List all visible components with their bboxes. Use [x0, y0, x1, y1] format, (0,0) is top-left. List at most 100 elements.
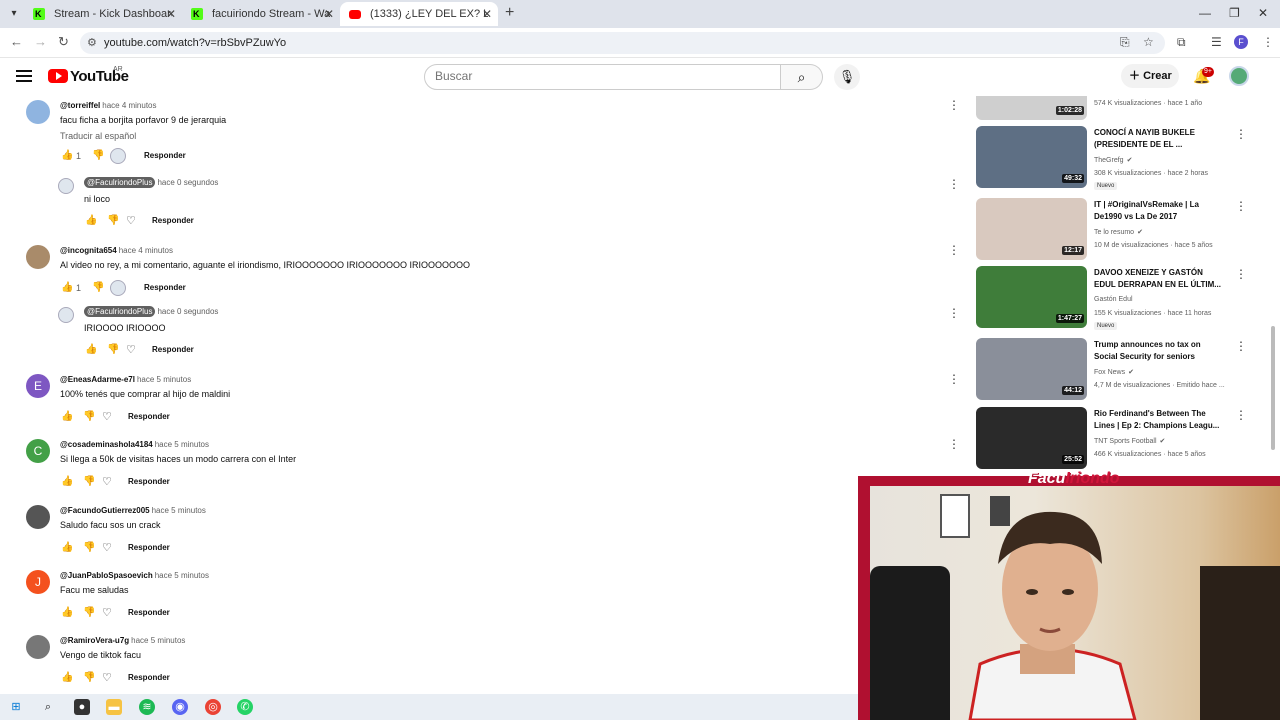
avatar[interactable]	[26, 635, 50, 659]
comment-time[interactable]: hace 5 minutos	[137, 375, 191, 384]
avatar[interactable]	[26, 100, 50, 124]
url-text[interactable]: youtube.com/watch?v=rbSbvPZuwYo	[104, 37, 286, 49]
video-title[interactable]: DAVOO XENEIZE Y GASTÓN EDUL DERRAPAN EN …	[1094, 267, 1226, 291]
comment-author[interactable]: @torreiffel hace 4 minutos	[60, 101, 157, 110]
channel-name-text[interactable]: Te lo resumo	[1094, 229, 1134, 236]
like-icon[interactable]: 👍	[61, 412, 73, 422]
taskbar-app-obs-icon[interactable]: ●	[74, 699, 90, 715]
channel-name-text[interactable]: Gastón Edul	[1094, 296, 1133, 303]
heart-icon[interactable]: ♡	[102, 671, 112, 684]
reply-button[interactable]: Responder	[152, 345, 194, 354]
comment-author[interactable]: @RamiroVera-u7g hace 5 minutos	[60, 636, 185, 645]
scrollbar[interactable]	[1271, 326, 1275, 450]
author-handle[interactable]: @EneasAdarme-e7l	[60, 375, 135, 384]
comment-time[interactable]: hace 0 segundos	[157, 307, 218, 316]
taskbar-discord-icon[interactable]: ◉	[172, 699, 188, 715]
like-icon[interactable]: 👍	[85, 345, 97, 355]
comment-author[interactable]: @cosademinashola4184 hace 5 minutos	[60, 440, 209, 449]
video-menu-icon[interactable]: ⋮	[1235, 127, 1247, 141]
comment-time[interactable]: hace 4 minutos	[119, 246, 173, 255]
comment-menu-icon[interactable]: ⋮	[948, 437, 960, 451]
avatar[interactable]: E	[26, 374, 50, 398]
author-handle[interactable]: @torreiffel	[60, 101, 100, 110]
voice-search-button[interactable]: 🎙	[834, 64, 860, 90]
like-icon[interactable]: 👍	[61, 608, 73, 618]
video-menu-icon[interactable]: ⋮	[1235, 267, 1247, 281]
comment-author[interactable]: @FacundoGutierrez005 hace 5 minutos	[60, 506, 206, 515]
reply-button[interactable]: Responder	[152, 216, 194, 225]
reply-button[interactable]: Responder	[128, 673, 170, 682]
dislike-icon[interactable]: 👎	[92, 151, 104, 161]
heart-icon[interactable]: ♡	[126, 214, 136, 227]
start-windows-icon[interactable]: ⊞	[8, 699, 24, 715]
tab-kick-dashboard[interactable]: Stream - Kick Dashboard ✕	[24, 2, 182, 26]
comment-menu-icon[interactable]: ⋮	[948, 306, 960, 320]
comment-menu-icon[interactable]: ⋮	[948, 372, 960, 386]
video-title[interactable]: CONOCÍ A NAYIB BUKELE (PRESIDENTE DE EL …	[1094, 127, 1226, 151]
reading-list-icon[interactable]: ☰	[1211, 35, 1222, 49]
browser-profile-avatar[interactable]: F	[1234, 35, 1248, 49]
channel-name[interactable]: Fox News ✔	[1094, 368, 1134, 376]
video-title[interactable]: IT | #OriginalVsRemake | La De1990 vs La…	[1094, 199, 1226, 223]
install-app-icon[interactable]: ⎘	[1120, 35, 1130, 50]
comment-author[interactable]: @JuanPabloSpasoevich hace 5 minutos	[60, 571, 209, 580]
account-avatar[interactable]	[1229, 66, 1249, 86]
like-icon[interactable]: 👍	[85, 216, 97, 226]
reply-button[interactable]: Responder	[144, 283, 186, 292]
reply-button[interactable]: Responder	[144, 151, 186, 160]
site-info-icon[interactable]: ⚙	[87, 36, 97, 49]
taskbar-search-icon[interactable]: ⌕	[40, 699, 56, 715]
video-title[interactable]: Trump announces no tax on Social Securit…	[1094, 339, 1226, 363]
search-box[interactable]	[424, 64, 781, 90]
author-handle[interactable]: @incognita654	[60, 246, 117, 255]
video-menu-icon[interactable]: ⋮	[1235, 408, 1247, 422]
avatar[interactable]	[26, 505, 50, 529]
like-icon[interactable]: 👍	[61, 151, 73, 161]
reply-button[interactable]: Responder	[128, 477, 170, 486]
video-title[interactable]: Rio Ferdinand's Between The Lines | Ep 2…	[1094, 408, 1226, 432]
comment-time[interactable]: hace 5 minutos	[155, 571, 209, 580]
translate-link[interactable]: Traducir al español	[60, 131, 136, 141]
heart-icon[interactable]: ♡	[102, 475, 112, 488]
comment-time[interactable]: hace 4 minutos	[102, 101, 156, 110]
reply-button[interactable]: Responder	[128, 608, 170, 617]
video-menu-icon[interactable]: ⋮	[1235, 199, 1247, 213]
dislike-icon[interactable]: 👎	[107, 345, 119, 355]
dislike-icon[interactable]: 👎	[92, 283, 104, 293]
video-menu-icon[interactable]: ⋮	[1235, 339, 1247, 353]
reply-button[interactable]: Responder	[128, 412, 170, 421]
comment-time[interactable]: hace 5 minutos	[155, 440, 209, 449]
search-input[interactable]	[435, 69, 765, 83]
avatar[interactable]: C	[26, 439, 50, 463]
new-tab-icon[interactable]: +	[505, 4, 514, 22]
browser-menu-icon[interactable]: ⋮	[1262, 35, 1274, 49]
comment-time[interactable]: hace 0 segundos	[157, 178, 218, 187]
forward-icon[interactable]: →	[34, 34, 47, 49]
tab-youtube-video[interactable]: (1333) ¿LEY DEL EX? LA LIGA MX ✕	[340, 2, 498, 26]
dislike-icon[interactable]: 👎	[83, 673, 95, 683]
channel-name[interactable]: TNT Sports Football ✔	[1094, 437, 1165, 445]
author-handle[interactable]: @cosademinashola4184	[60, 440, 153, 449]
heart-icon[interactable]: ♡	[126, 343, 136, 356]
back-icon[interactable]: ←	[10, 34, 23, 49]
comment-menu-icon[interactable]: ⋮	[948, 243, 960, 257]
like-icon[interactable]: 👍	[61, 283, 73, 293]
comment-author[interactable]: @FaculriondoPlus hace 0 segundos	[84, 177, 218, 188]
heart-icon[interactable]: ♡	[102, 606, 112, 619]
dislike-icon[interactable]: 👎	[83, 412, 95, 422]
bookmark-star-icon[interactable]: ☆	[1143, 35, 1154, 49]
channel-name-text[interactable]: TheGrefg	[1094, 157, 1124, 164]
minimize-icon[interactable]: —	[1199, 6, 1211, 20]
youtube-logo-icon[interactable]	[48, 69, 68, 83]
author-handle[interactable]: @JuanPabloSpasoevich	[60, 571, 153, 580]
heart-icon[interactable]: ♡	[102, 541, 112, 554]
close-window-icon[interactable]: ✕	[1258, 6, 1268, 20]
tab-kick-watch-live[interactable]: facuiriondo Stream - Watch Live ✕	[182, 2, 340, 26]
create-button[interactable]: ＋ Crear	[1121, 64, 1179, 88]
avatar[interactable]: J	[26, 570, 50, 594]
author-handle[interactable]: @RamiroVera-u7g	[60, 636, 129, 645]
channel-name[interactable]: Te lo resumo ✔	[1094, 228, 1143, 236]
close-tab-icon[interactable]: ✕	[166, 2, 176, 26]
extensions-icon[interactable]: ⧉	[1177, 35, 1186, 50]
taskbar-folder-icon[interactable]: ▬	[106, 699, 122, 715]
